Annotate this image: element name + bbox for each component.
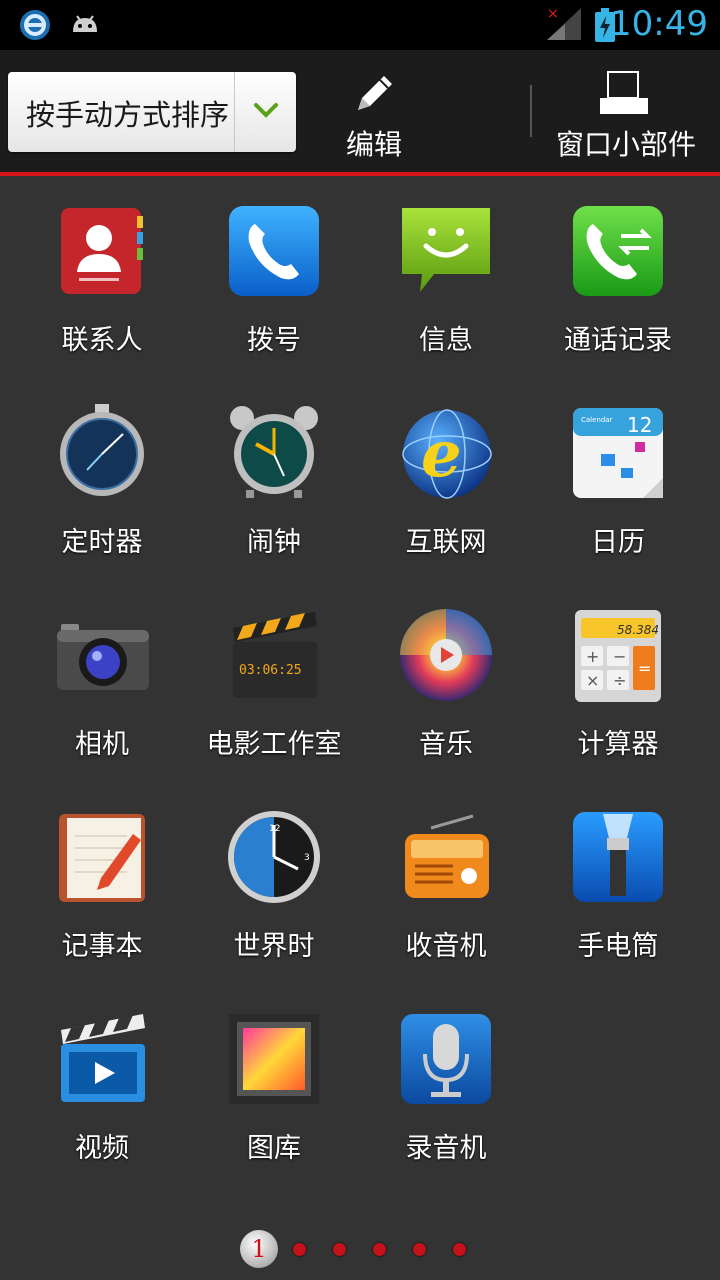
svg-text:÷: ÷ — [613, 671, 626, 690]
movie-studio-icon: 03:06:25 — [229, 610, 319, 700]
app-contacts[interactable]: 联系人 — [16, 176, 188, 376]
page-dot[interactable] — [333, 1243, 346, 1256]
widgets-button-label: 窗口小部件 — [556, 128, 697, 161]
music-icon — [400, 609, 492, 701]
app-voice-recorder[interactable]: 录音机 — [360, 984, 532, 1184]
contacts-icon — [57, 206, 147, 296]
app-drawer-toolbar: 按手动方式排序 编辑 窗口小部件 — [0, 50, 720, 172]
widgets-icon — [600, 71, 648, 114]
app-alarm[interactable]: 闹钟 — [188, 378, 360, 578]
app-phone[interactable]: 拨号 — [188, 176, 360, 376]
android-debug-icon — [68, 8, 102, 42]
edit-button-label: 编辑 — [346, 128, 403, 161]
app-call-log[interactable]: 通话记录 — [532, 176, 704, 376]
svg-text:=: = — [638, 659, 651, 678]
page-dot[interactable] — [293, 1243, 306, 1256]
app-label: 互联网 — [405, 527, 487, 558]
app-label: 世界时 — [233, 931, 315, 962]
stopwatch-icon — [57, 404, 147, 498]
voice-recorder-icon — [401, 1014, 491, 1104]
app-grid: 联系人 拨号 信息 通话记录 定时器 闹钟 e 互联网 Calendar 12 … — [0, 176, 720, 1216]
app-music[interactable]: 音乐 — [360, 580, 532, 780]
calculator-display-text: 58.384 — [617, 623, 659, 637]
camera-icon — [57, 610, 149, 700]
calendar-icon: Calendar 12 — [573, 408, 663, 498]
app-browser[interactable]: e 互联网 — [360, 378, 532, 578]
call-log-icon — [573, 206, 663, 296]
page-dot[interactable] — [413, 1243, 426, 1256]
app-label: 信息 — [419, 325, 473, 356]
widgets-button[interactable]: 窗口小部件 — [552, 68, 702, 161]
svg-text:×: × — [586, 671, 599, 690]
chevron-down-icon — [252, 100, 280, 124]
app-label: 定时器 — [61, 527, 143, 558]
sort-dropdown[interactable]: 按手动方式排序 — [8, 72, 296, 152]
phone-icon — [229, 206, 319, 296]
app-calendar[interactable]: Calendar 12 日历 — [532, 378, 704, 578]
gallery-icon — [229, 1014, 319, 1104]
svg-text:×: × — [547, 6, 559, 22]
app-label: 手电筒 — [577, 931, 659, 962]
movie-timecode-text: 03:06:25 — [239, 663, 302, 678]
app-label: 闹钟 — [247, 527, 301, 558]
app-label: 收音机 — [405, 931, 487, 962]
app-label: 联系人 — [61, 325, 143, 356]
app-video[interactable]: 视频 — [16, 984, 188, 1184]
calendar-header-text: Calendar — [581, 416, 613, 424]
app-label: 通话记录 — [564, 325, 672, 356]
app-label: 拨号 — [247, 325, 301, 356]
flashlight-icon — [573, 812, 663, 902]
app-movie-studio[interactable]: 03:06:25 电影工作室 — [188, 580, 360, 780]
app-timer[interactable]: 定时器 — [16, 378, 188, 578]
sort-dropdown-label: 按手动方式排序 — [26, 98, 230, 132]
calendar-day-text: 12 — [627, 413, 652, 437]
app-calculator[interactable]: 58.384 + − × ÷ = 计算器 — [532, 580, 704, 780]
app-label: 计算器 — [577, 729, 659, 760]
notepad-icon — [57, 812, 147, 902]
radio-icon — [401, 812, 491, 902]
app-label: 图库 — [247, 1133, 301, 1164]
sort-dropdown-divider — [234, 72, 235, 152]
app-label: 电影工作室 — [206, 729, 342, 760]
status-clock: 10:49 — [610, 4, 708, 44]
page-dot[interactable] — [373, 1243, 386, 1256]
app-label: 日历 — [591, 527, 645, 558]
video-icon — [57, 1014, 147, 1104]
world-clock-icon: 12 3 — [228, 811, 320, 903]
app-camera[interactable]: 相机 — [16, 580, 188, 780]
svg-text:3: 3 — [304, 853, 310, 863]
status-bar: × 10:49 — [0, 0, 720, 50]
app-label: 相机 — [75, 729, 129, 760]
current-page-number: 1 — [251, 1235, 267, 1263]
svg-text:12: 12 — [269, 824, 280, 834]
signal-icon: × — [545, 6, 583, 46]
app-label: 音乐 — [419, 729, 473, 760]
svg-text:e: e — [421, 417, 462, 492]
edit-button[interactable]: 编辑 — [330, 68, 420, 161]
app-gallery[interactable]: 图库 — [188, 984, 360, 1184]
calculator-icon: 58.384 + − × ÷ = — [573, 610, 663, 702]
svg-text:−: − — [613, 647, 626, 666]
browser-notification-icon — [18, 8, 52, 42]
app-label: 记事本 — [61, 931, 143, 962]
browser-icon: e — [401, 408, 492, 499]
pencil-icon — [358, 76, 392, 110]
app-notepad[interactable]: 记事本 — [16, 782, 188, 982]
app-messaging[interactable]: 信息 — [360, 176, 532, 376]
app-label: 录音机 — [405, 1133, 487, 1164]
app-flashlight[interactable]: 手电筒 — [532, 782, 704, 982]
alarm-clock-icon — [229, 406, 319, 498]
messaging-icon — [401, 206, 491, 296]
page-indicator: 1 — [240, 1230, 500, 1270]
app-label: 视频 — [75, 1133, 129, 1164]
page-dot[interactable] — [453, 1243, 466, 1256]
app-radio[interactable]: 收音机 — [360, 782, 532, 982]
svg-text:+: + — [586, 647, 599, 666]
page-indicator-current[interactable]: 1 — [240, 1230, 278, 1268]
app-world-clock[interactable]: 12 3 世界时 — [188, 782, 360, 982]
toolbar-divider — [530, 85, 532, 137]
